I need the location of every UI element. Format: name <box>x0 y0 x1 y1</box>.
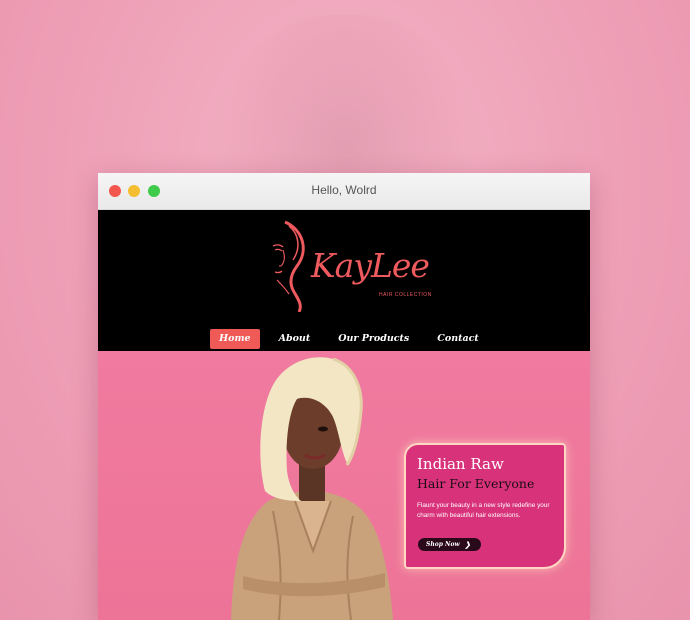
nav-item-our-products[interactable]: Our Products <box>329 329 418 349</box>
promo-description: Flaunt your beauty in a new style redefi… <box>417 502 550 519</box>
nav-item-about[interactable]: About <box>270 329 320 349</box>
main-nav: Home About Our Products Contact <box>98 329 590 349</box>
window-title: Hello, Wolrd <box>311 183 377 197</box>
nav-item-contact[interactable]: Contact <box>428 329 488 349</box>
brand-logo[interactable]: KayLee HAIR COLLECTION <box>263 220 433 312</box>
site-header: KayLee HAIR COLLECTION Home About Our Pr… <box>98 210 590 351</box>
shop-now-label: Shop Now <box>426 541 460 548</box>
shop-now-button[interactable]: Shop Now ❯ <box>418 538 481 551</box>
nav-item-home[interactable]: Home <box>210 329 260 349</box>
brand-tagline: HAIR COLLECTION <box>379 292 432 298</box>
window-titlebar: Hello, Wolrd <box>98 173 590 210</box>
model-image <box>231 357 393 620</box>
hero-banner: Indian Raw Hair For Everyone Flaunt your… <box>98 351 590 620</box>
promo-subtitle: Hair For Everyone <box>417 476 535 491</box>
browser-window: Hello, Wolrd KayLee HAIR COLLECTION Home… <box>98 173 590 620</box>
promo-title: Indian Raw <box>417 455 504 473</box>
brand-name: KayLee <box>311 246 430 285</box>
promo-card: Indian Raw Hair For Everyone Flaunt your… <box>404 443 566 569</box>
chevron-right-icon: ❯ <box>464 540 471 549</box>
